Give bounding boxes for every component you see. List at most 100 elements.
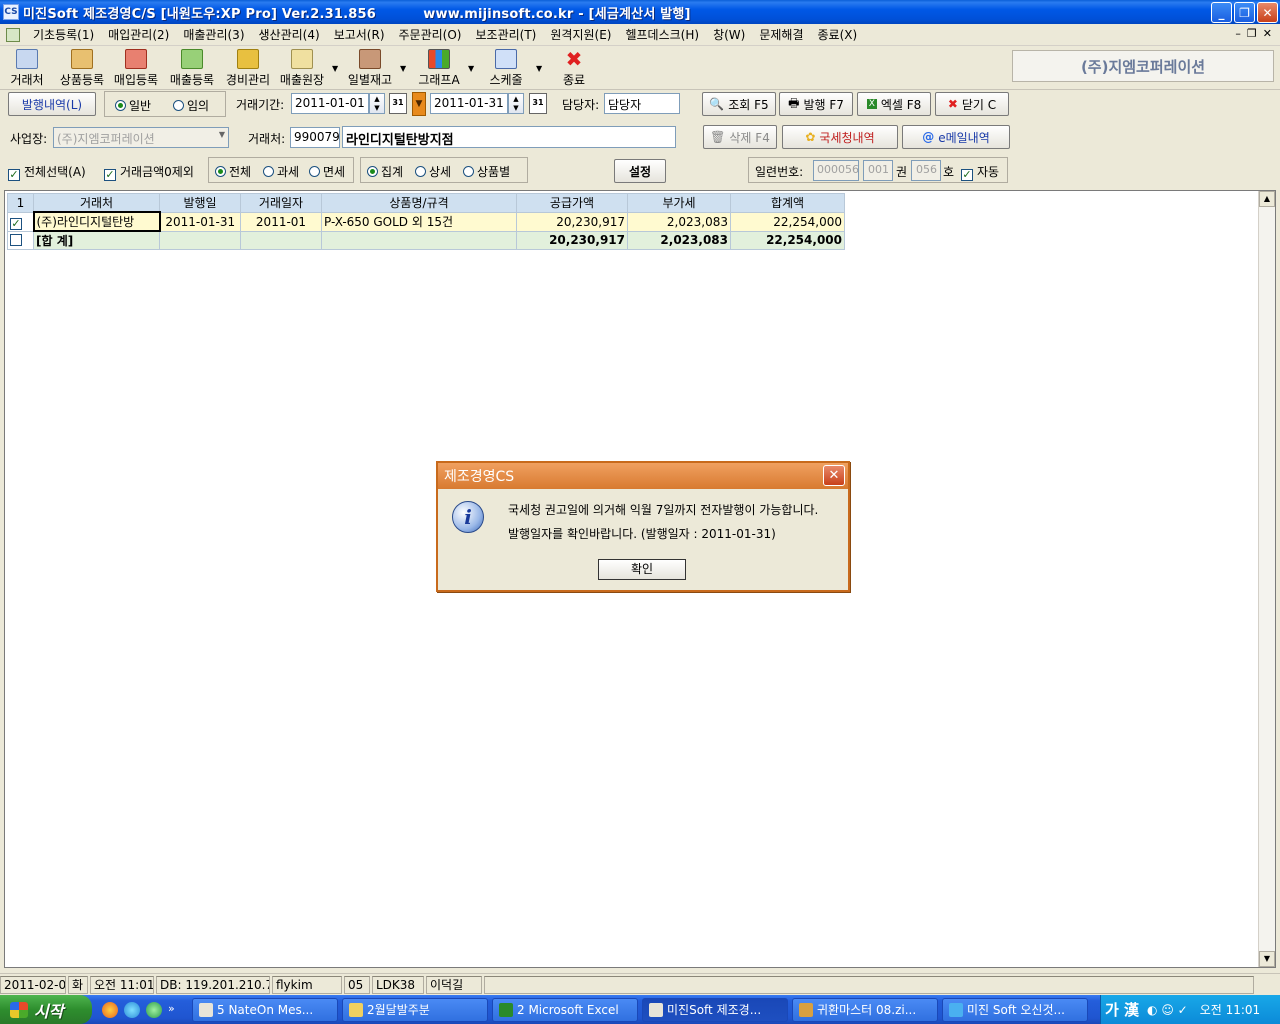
toolbar-ledger-button[interactable]: 매출원장 (276, 48, 328, 88)
radio-exempt[interactable]: 면세 (309, 163, 345, 180)
dropdown-arrow-icon[interactable]: ▼ (400, 64, 406, 73)
menu-item-remote[interactable]: 원격지원(E) (543, 26, 618, 43)
exclude-zero-checkbox[interactable]: ✓ 거래금액0제외 (104, 163, 194, 181)
menu-item-basic[interactable]: 기초등록(1) (26, 26, 101, 43)
cell-total[interactable]: 22,254,000 (730, 211, 845, 232)
sum-checkbox[interactable] (7, 230, 34, 250)
radio-by-product[interactable]: 상품별 (463, 163, 510, 180)
task-excel[interactable]: 2 Microsoft Excel (492, 997, 638, 1022)
toolbar-stock-button[interactable]: 일별재고 (344, 48, 396, 88)
serial-field-1[interactable]: 000056 (813, 160, 859, 181)
menu-item-order[interactable]: 주문관리(O) (392, 26, 469, 43)
firefox-icon[interactable] (102, 1001, 118, 1018)
menu-item-helpdesk[interactable]: 헬프데스크(H) (618, 26, 706, 43)
email-history-button[interactable]: @ e메일내역 (902, 125, 1010, 149)
issue-button[interactable]: 🖶 발행 F7 (779, 92, 853, 116)
search-button[interactable]: 🔍 조회 F5 (702, 92, 776, 116)
menu-item-purchase[interactable]: 매입관리(2) (101, 26, 176, 43)
date-from-field[interactable]: 2011-01-01 (291, 93, 369, 114)
cell-supply[interactable]: 20,230,917 (516, 211, 628, 232)
serial-field-3[interactable]: 056 (911, 160, 941, 181)
col-header-product[interactable]: 상품명/규격 (321, 193, 517, 213)
cell-client[interactable]: (주)라인디지털탄방 (32, 211, 161, 232)
radio-aggregate[interactable]: 집계 (367, 163, 403, 180)
table-row[interactable]: ✓ (주)라인디지털탄방 2011-01-31 2011-01 P-X-650 … (7, 211, 845, 232)
menu-item-sales[interactable]: 매출관리(3) (176, 26, 251, 43)
cell-product[interactable]: P-X-650 GOLD 외 15건 (321, 211, 517, 232)
col-header-client[interactable]: 거래처 (33, 193, 160, 213)
ime-indicator[interactable]: 가 漢 (1105, 999, 1139, 1020)
client-name-field[interactable]: 라인디지털탄방지점 (342, 126, 676, 148)
col-header-issue-date[interactable]: 발행일 (159, 193, 241, 213)
tray-icons[interactable]: ◐ ☺ ✓ (1147, 1003, 1188, 1017)
radio-detail[interactable]: 상세 (415, 163, 451, 180)
date-to-spinner[interactable]: ▲ ▼ (508, 93, 524, 114)
toolbar-exit-button[interactable]: ✖ 종료 (558, 48, 590, 88)
mdi-restore-button[interactable]: ❐ (1247, 27, 1257, 40)
app-icon[interactable] (146, 1001, 162, 1018)
date-from-spinner[interactable]: ▲ ▼ (369, 93, 385, 114)
date-to-field[interactable]: 2011-01-31 (430, 93, 508, 114)
radio-normal[interactable]: 일반 (115, 97, 151, 114)
menu-item-aux[interactable]: 보조관리(T) (469, 26, 544, 43)
expand-icon[interactable]: » (168, 1002, 184, 1018)
radio-taxable[interactable]: 과세 (263, 163, 299, 180)
restore-button[interactable]: ❐ (1234, 2, 1255, 23)
close-form-button[interactable]: ✖ 닫기 C (935, 92, 1009, 116)
menu-item-report[interactable]: 보고서(R) (327, 26, 392, 43)
toolbar-schedule-button[interactable]: 스케줄 (486, 48, 526, 88)
vertical-scrollbar[interactable]: ▲ ▼ (1258, 191, 1275, 967)
messenger-icon[interactable] (124, 1001, 140, 1018)
menu-item-production[interactable]: 생산관리(4) (252, 26, 327, 43)
row-checkbox[interactable]: ✓ (7, 211, 34, 232)
mdi-close-button[interactable]: ✕ (1263, 27, 1272, 40)
calendar-icon[interactable]: 31 (389, 93, 407, 114)
menu-item-window[interactable]: 창(W) (706, 26, 752, 43)
col-header-trade-date[interactable]: 거래일자 (240, 193, 322, 213)
dropdown-arrow-icon[interactable]: ▼ (536, 64, 542, 73)
manager-field[interactable]: 담당자 (604, 93, 680, 114)
task-folder[interactable]: 2월달발주분 (342, 997, 488, 1022)
ok-button[interactable]: 확인 (598, 559, 686, 580)
settings-button[interactable]: 설정 (614, 159, 666, 183)
col-header-vat[interactable]: 부가세 (627, 193, 731, 213)
cell-issue-date[interactable]: 2011-01-31 (159, 211, 241, 232)
menu-item-exit[interactable]: 종료(X) (811, 26, 865, 43)
task-mijinsoft[interactable]: 미진Soft 제조경... (642, 997, 788, 1022)
radio-temp[interactable]: 임의 (173, 97, 209, 114)
auto-checkbox[interactable]: ✓ 자동 (961, 163, 999, 181)
toolbar-purchase-button[interactable]: 매입등록 (110, 48, 162, 88)
start-button[interactable]: 시작 (0, 995, 92, 1024)
task-zip[interactable]: 귀환마스터 08.zi... (792, 997, 938, 1022)
site-select[interactable]: (주)지엠코퍼레이션 ▼ (53, 127, 229, 148)
minimize-button[interactable]: _ (1211, 2, 1232, 23)
task-ie[interactable]: 미진 Soft 오신것... (942, 997, 1088, 1022)
mdi-minimize-button[interactable]: – (1235, 27, 1241, 40)
calendar-icon[interactable]: 31 (529, 93, 547, 114)
toolbar-graph-button[interactable]: 그래프A (414, 48, 464, 88)
history-button[interactable]: 발행내역(L) (8, 92, 96, 116)
date-range-dropdown-icon[interactable]: ▼ (412, 92, 426, 116)
scroll-down-icon[interactable]: ▼ (1259, 951, 1275, 967)
serial-field-2[interactable]: 001 (863, 160, 893, 181)
dialog-close-button[interactable]: ✕ (823, 465, 845, 486)
col-header-total[interactable]: 합계액 (730, 193, 845, 213)
select-all-checkbox[interactable]: ✓ 전체선택(A) (8, 163, 86, 181)
task-nateon[interactable]: 5 NateOn Mes... (192, 997, 338, 1022)
toolbar-product-button[interactable]: 상품등록 (56, 48, 108, 88)
dropdown-arrow-icon[interactable]: ▼ (468, 64, 474, 73)
toolbar-sales-button[interactable]: 매출등록 (166, 48, 218, 88)
dropdown-arrow-icon[interactable]: ▼ (332, 64, 338, 73)
nts-history-button[interactable]: ✿ 국세청내역 (782, 125, 898, 149)
toolbar-client-button[interactable]: 거래처 (8, 48, 46, 88)
cell-trade-date[interactable]: 2011-01 (240, 211, 322, 232)
scroll-up-icon[interactable]: ▲ (1259, 191, 1275, 207)
toolbar-expense-button[interactable]: 경비관리 (222, 48, 274, 88)
menu-item-troubleshoot[interactable]: 문제해결 (752, 26, 810, 43)
delete-button[interactable]: 🗑 삭제 F4 (703, 125, 777, 149)
cell-vat[interactable]: 2,023,083 (627, 211, 731, 232)
close-button[interactable]: ✕ (1257, 2, 1278, 23)
client-code-field[interactable]: 990079 (290, 127, 340, 148)
col-header-supply[interactable]: 공급가액 (516, 193, 628, 213)
excel-button[interactable]: X 엑셀 F8 (857, 92, 931, 116)
